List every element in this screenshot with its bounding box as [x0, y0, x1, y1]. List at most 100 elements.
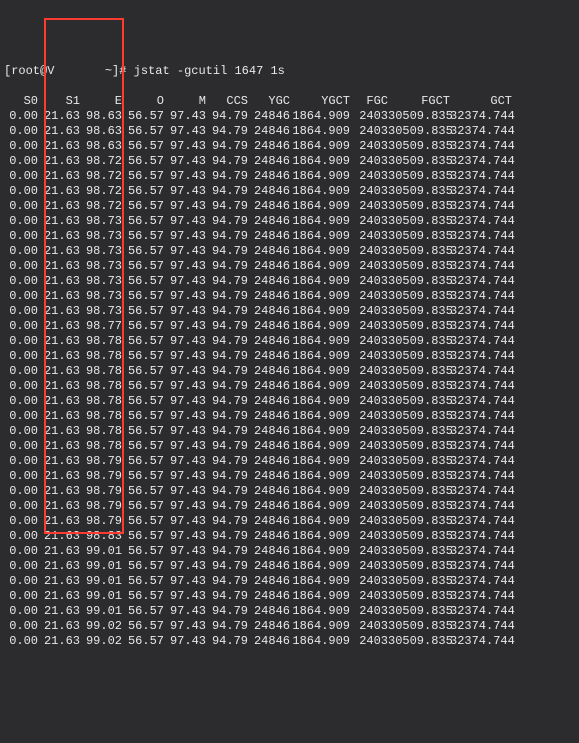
cell: 21.63	[38, 559, 80, 574]
table-row: 0.0021.6398.7356.5797.4394.79248461864.9…	[4, 214, 575, 229]
cell: 98.63	[80, 124, 122, 139]
cell: 94.79	[206, 604, 248, 619]
cell: 21.63	[38, 139, 80, 154]
cell: 21.63	[38, 589, 80, 604]
col-s1: S1	[38, 94, 80, 109]
cell: 24846	[248, 139, 290, 154]
cell: 0.00	[4, 199, 38, 214]
cell: 1864.909	[290, 124, 350, 139]
table-row: 0.0021.6398.7856.5797.4394.79248461864.9…	[4, 394, 575, 409]
cell: 94.79	[206, 424, 248, 439]
cell: 98.79	[80, 469, 122, 484]
col-ygc: YGC	[248, 94, 290, 109]
cell: 1864.909	[290, 139, 350, 154]
cell: 2403	[350, 289, 388, 304]
cell: 32374.744	[450, 439, 512, 454]
cell: 56.57	[122, 199, 164, 214]
cell: 2403	[350, 409, 388, 424]
cell: 94.79	[206, 454, 248, 469]
cell: 1864.909	[290, 619, 350, 634]
cell: 0.00	[4, 604, 38, 619]
cell: 21.63	[38, 109, 80, 124]
cell: 2403	[350, 424, 388, 439]
cell: 97.43	[164, 529, 206, 544]
cell: 97.43	[164, 619, 206, 634]
cell: 24846	[248, 469, 290, 484]
cell: 94.79	[206, 214, 248, 229]
table-row: 0.0021.6399.0156.5797.4394.79248461864.9…	[4, 574, 575, 589]
cell: 94.79	[206, 619, 248, 634]
cell: 30509.835	[388, 184, 450, 199]
prompt-spacer	[54, 64, 104, 78]
cell: 1864.909	[290, 634, 350, 649]
command-text[interactable]: jstat -gcutil 1647 1s	[134, 64, 285, 78]
cell: 99.01	[80, 604, 122, 619]
cell: 97.43	[164, 634, 206, 649]
cell: 0.00	[4, 334, 38, 349]
cell: 30509.835	[388, 619, 450, 634]
cell: 21.63	[38, 229, 80, 244]
cell: 94.79	[206, 589, 248, 604]
cell: 21.63	[38, 274, 80, 289]
cell: 0.00	[4, 499, 38, 514]
cell: 2403	[350, 559, 388, 574]
cell: 1864.909	[290, 229, 350, 244]
cell: 97.43	[164, 319, 206, 334]
cell: 0.00	[4, 184, 38, 199]
table-row: 0.0021.6398.6356.5797.4394.79248461864.9…	[4, 109, 575, 124]
cell: 30509.835	[388, 454, 450, 469]
cell: 2403	[350, 304, 388, 319]
cell: 24846	[248, 214, 290, 229]
cell: 0.00	[4, 409, 38, 424]
cell: 32374.744	[450, 619, 512, 634]
cell: 1864.909	[290, 364, 350, 379]
cell: 98.63	[80, 139, 122, 154]
cell: 1864.909	[290, 109, 350, 124]
cell: 32374.744	[450, 259, 512, 274]
cell: 2403	[350, 439, 388, 454]
cell: 0.00	[4, 349, 38, 364]
cell: 0.00	[4, 454, 38, 469]
cell: 24846	[248, 229, 290, 244]
cell: 2403	[350, 199, 388, 214]
cell: 98.73	[80, 274, 122, 289]
cell: 1864.909	[290, 274, 350, 289]
cell: 98.73	[80, 214, 122, 229]
cell: 32374.744	[450, 334, 512, 349]
cell: 97.43	[164, 574, 206, 589]
cell: 0.00	[4, 469, 38, 484]
cell: 21.63	[38, 334, 80, 349]
cell: 21.63	[38, 304, 80, 319]
cell: 0.00	[4, 154, 38, 169]
cell: 32374.744	[450, 589, 512, 604]
cell: 0.00	[4, 424, 38, 439]
cell: 2403	[350, 184, 388, 199]
col-o: O	[122, 94, 164, 109]
cell: 0.00	[4, 514, 38, 529]
cell: 56.57	[122, 379, 164, 394]
table-row: 0.0021.6399.0256.5797.4394.79248461864.9…	[4, 619, 575, 634]
cell: 56.57	[122, 244, 164, 259]
cell: 56.57	[122, 574, 164, 589]
cell: 24846	[248, 529, 290, 544]
col-m: M	[164, 94, 206, 109]
cell: 97.43	[164, 589, 206, 604]
cell: 30509.835	[388, 364, 450, 379]
cell: 30509.835	[388, 304, 450, 319]
cell: 24846	[248, 544, 290, 559]
cell: 32374.744	[450, 124, 512, 139]
cell: 1864.909	[290, 544, 350, 559]
cell: 98.79	[80, 454, 122, 469]
cell: 98.72	[80, 169, 122, 184]
cell: 21.63	[38, 289, 80, 304]
cell: 56.57	[122, 184, 164, 199]
cell: 30509.835	[388, 169, 450, 184]
cell: 1864.909	[290, 514, 350, 529]
table-row: 0.0021.6398.7856.5797.4394.79248461864.9…	[4, 349, 575, 364]
cell: 32374.744	[450, 469, 512, 484]
cell: 94.79	[206, 634, 248, 649]
cell: 56.57	[122, 169, 164, 184]
cell: 97.43	[164, 484, 206, 499]
cell: 2403	[350, 259, 388, 274]
cell: 21.63	[38, 529, 80, 544]
